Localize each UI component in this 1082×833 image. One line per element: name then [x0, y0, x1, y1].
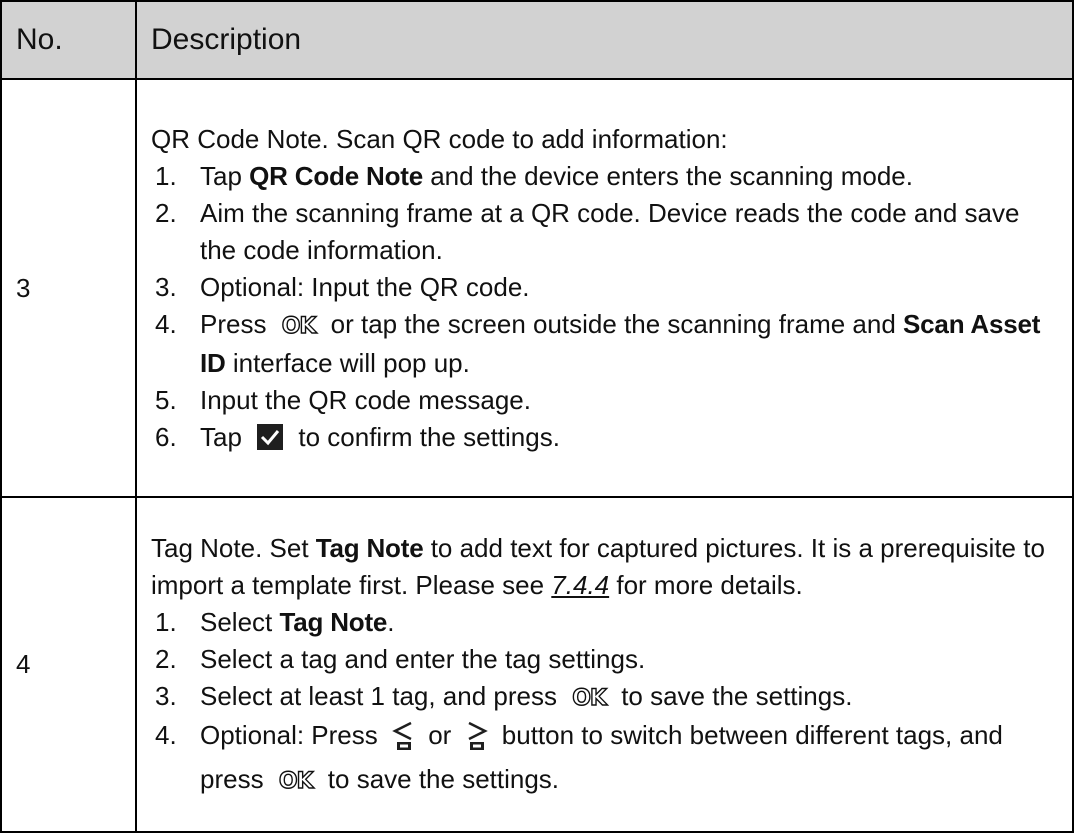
step-number: 3. — [155, 271, 177, 302]
list-item: 6. Tap to confirm the settings. — [151, 419, 1058, 456]
row-intro: QR Code Note. Scan QR code to add inform… — [151, 123, 728, 154]
intro-text-part: for more details. — [609, 569, 803, 600]
step-text: Select at least 1 tag, and press OK to s… — [200, 678, 1058, 717]
step-text: Aim the scanning frame at a QR code. Dev… — [200, 197, 1020, 265]
list-item: 3. Select at least 1 tag, and press OK t… — [151, 678, 1058, 717]
header-description: Description — [135, 0, 1074, 80]
step-list: 1. Select Tag Note. 2. Select a tag and … — [151, 604, 1058, 800]
step-number: 4. — [155, 308, 177, 339]
list-item: 2. Aim the scanning frame at a QR code. … — [151, 195, 1058, 269]
list-item: 1. Select Tag Note. — [151, 604, 1058, 641]
step-text-part: . — [387, 606, 395, 637]
step-text: Input the QR code message. — [200, 384, 531, 415]
intro-text-part: Tag Note. Set — [151, 532, 316, 563]
list-item: 3. Optional: Input the QR code. — [151, 269, 1058, 306]
row-description: QR Code Note. Scan QR code to add inform… — [135, 78, 1074, 498]
step-text-part: or — [420, 719, 459, 750]
step-text-part: Tap — [200, 160, 250, 191]
list-item: 4. Optional: Press or button to switch b… — [151, 717, 1058, 800]
step-text-part: Optional: Press — [200, 719, 385, 750]
list-item: 2. Select a tag and enter the tag settin… — [151, 641, 1058, 678]
step-text-part: interface will pop up. — [225, 347, 470, 378]
keyword: QR Code Note — [249, 160, 423, 191]
step-text-part: to save the settings. — [320, 763, 560, 794]
header-no: No. — [0, 0, 137, 80]
step-text-part: or tap the screen outside the scanning f… — [323, 308, 904, 339]
step-text-part: Tap — [200, 421, 250, 452]
step-text-part: to confirm the settings. — [291, 421, 560, 452]
list-item: 1. Tap QR Code Note and the device enter… — [151, 158, 1058, 195]
step-text: Optional: Input the QR code. — [200, 271, 530, 302]
step-list: 1. Tap QR Code Note and the device enter… — [151, 158, 1058, 456]
step-text: Press OK or tap the screen outside the s… — [200, 306, 1058, 382]
ok-key-icon: OK — [572, 685, 608, 711]
ok-key-icon: OK — [278, 768, 314, 794]
keyword: Tag Note — [279, 606, 388, 637]
checkmark-icon — [257, 423, 284, 450]
step-text-part: Press — [200, 308, 274, 339]
left-arrow-button-icon — [391, 721, 415, 761]
description-table: No. Description 3 QR Code Note. Scan QR … — [0, 0, 1074, 833]
cross-reference-link[interactable]: 7.4.4 — [551, 570, 609, 600]
row-number: 3 — [0, 78, 137, 498]
step-number: 2. — [155, 197, 177, 228]
step-number: 1. — [155, 160, 177, 191]
step-number: 5. — [155, 384, 177, 415]
row-intro: Tag Note. Set Tag Note to add text for c… — [151, 530, 1058, 604]
row-number: 4 — [0, 496, 137, 833]
list-item: 5. Input the QR code message. — [151, 382, 1058, 419]
right-arrow-button-icon — [465, 721, 489, 761]
step-text: Select Tag Note. — [200, 604, 1058, 641]
step-text-part: and the device enters the scanning mode. — [422, 160, 913, 191]
step-text: Tap QR Code Note and the device enters t… — [200, 158, 1058, 195]
step-number: 2. — [155, 643, 177, 674]
step-text-part: Select — [200, 606, 280, 637]
row-description: Tag Note. Set Tag Note to add text for c… — [135, 496, 1074, 833]
step-text: Tap to confirm the settings. — [200, 419, 1058, 456]
step-text: Optional: Press or button to switch betw… — [200, 717, 1058, 800]
table-row: 3 QR Code Note. Scan QR code to add info… — [0, 78, 1074, 498]
step-text-part: to save the settings. — [613, 680, 853, 711]
step-number: 6. — [155, 421, 177, 452]
step-number: 1. — [155, 606, 177, 637]
list-item: 4. Press OK or tap the screen outside th… — [151, 306, 1058, 382]
step-text: Select a tag and enter the tag settings. — [200, 643, 646, 674]
step-text-part: Select at least 1 tag, and press — [200, 680, 565, 711]
step-number: 4. — [155, 719, 177, 750]
step-number: 3. — [155, 680, 177, 711]
table-header-row: No. Description — [0, 0, 1074, 80]
ok-key-icon: OK — [281, 313, 317, 339]
keyword: Tag Note — [315, 532, 424, 563]
table-row: 4 Tag Note. Set Tag Note to add text for… — [0, 496, 1074, 833]
